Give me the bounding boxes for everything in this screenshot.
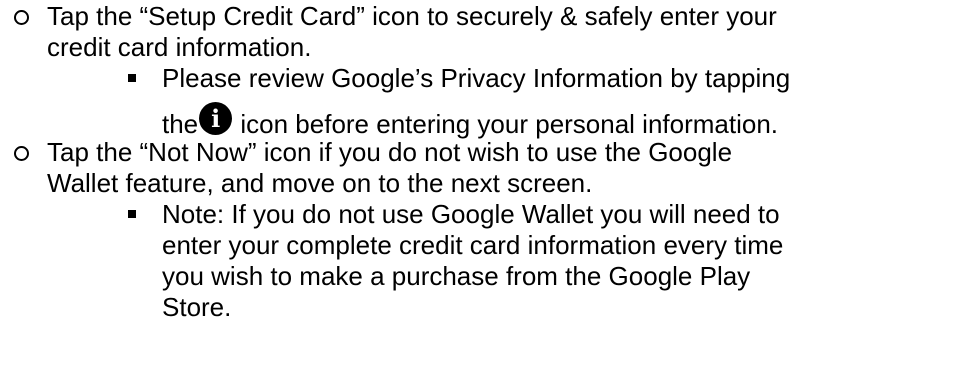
subitem-1-line-2: the i icon before entering your personal … xyxy=(162,102,778,139)
subitem-2-line-4: Store. xyxy=(162,292,232,322)
subitem-1-line-2-before: the xyxy=(162,109,199,139)
bullet-square-1 xyxy=(128,74,136,82)
info-icon: i xyxy=(199,102,233,135)
subitem-1-line-1: Please review Google’s Privacy Informati… xyxy=(162,63,791,93)
item-1-line-2: credit card information. xyxy=(47,32,312,62)
subitem-2-line-1: Note: If you do not use Google Wallet yo… xyxy=(162,199,780,229)
item-2-line-1: Tap the “Not Now” icon if you do not wis… xyxy=(47,137,733,167)
bullet-circle-1 xyxy=(14,10,29,25)
bullet-circle-2 xyxy=(14,146,29,161)
item-1-line-1: Tap the “Setup Credit Card” icon to secu… xyxy=(47,1,777,31)
bullet-square-2 xyxy=(128,210,136,218)
item-2-line-2: Wallet feature, and move on to the next … xyxy=(47,168,593,198)
subitem-1-line-2-after: icon before entering your personal infor… xyxy=(233,109,779,139)
subitem-2-line-2: enter your complete credit card informat… xyxy=(162,230,784,260)
info-icon-glyph: i xyxy=(211,104,221,133)
subitem-2-line-3: you wish to make a purchase from the Goo… xyxy=(162,261,751,291)
